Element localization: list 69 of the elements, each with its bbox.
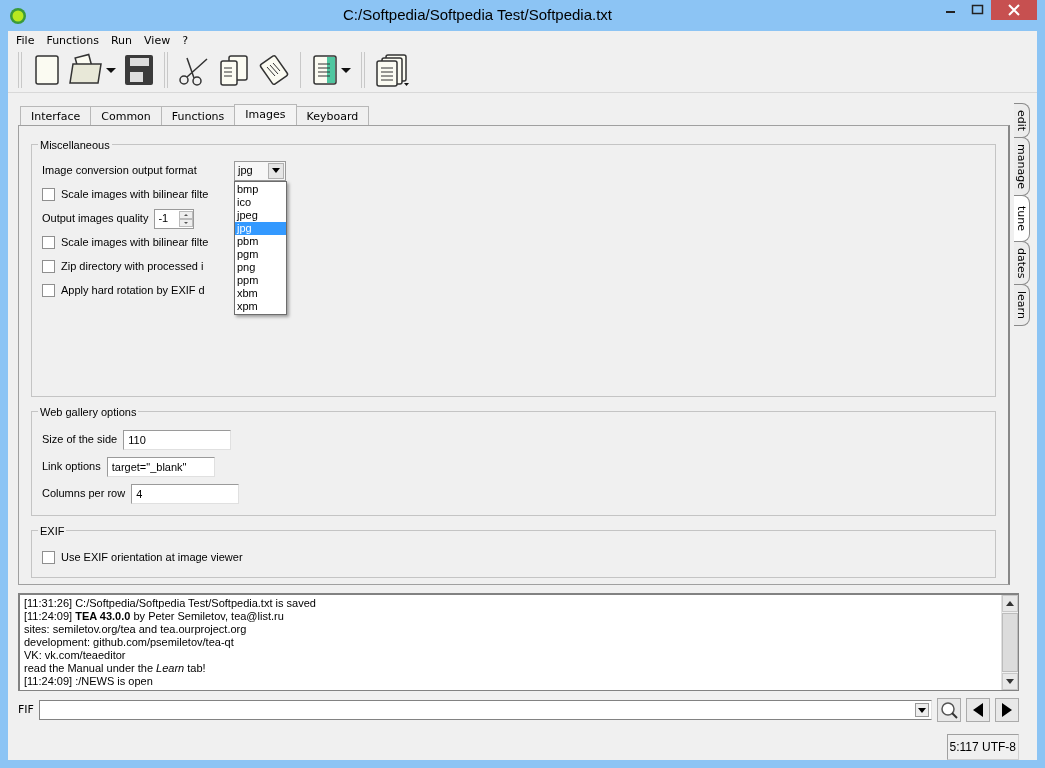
checkbox[interactable] [42,284,55,297]
checkbox[interactable] [42,188,55,201]
side-tab[interactable]: tune [1014,194,1030,242]
log-line: [11:31:26] C:/Softpedia/Softpedia Test/Softpedia.txt is saved [24,597,317,610]
quality-spinbox[interactable]: -1 [154,208,195,229]
menu-item[interactable]: Run [104,33,139,49]
documents-icon[interactable] [374,53,410,88]
dropdown-option[interactable]: pbm [235,234,286,248]
field-label: Columns per row [42,486,126,502]
log-line: [11:24:09] TEA 43.0.0 by Peter Semiletov, tea@list.ru [24,610,285,623]
side-tab[interactable]: dates [1014,240,1030,286]
side-tab[interactable]: manage [1014,136,1030,196]
close-icon[interactable] [991,0,1037,20]
text-field[interactable]: target="_blank" [106,456,215,477]
scroll-down-icon[interactable] [1006,679,1014,684]
window-title: C:/Softpedia/Softpedia Test/Softpedia.txt [341,5,614,26]
tab[interactable]: Interface [20,105,92,125]
field-label: Size of the side [42,432,118,448]
scroll-up-icon[interactable] [1006,601,1014,606]
field-label: Link options [42,459,101,475]
fif-label: FIF [18,701,34,718]
text-field[interactable]: 110 [123,429,232,450]
checkbox[interactable] [42,260,55,273]
dropdown-option[interactable]: jpeg [235,208,286,222]
dropdown-option[interactable]: ico [235,195,286,209]
menu-item[interactable]: File [10,33,41,49]
checkbox-label: Scale images with bilinear filte [61,235,209,251]
caret-icon[interactable] [918,707,926,713]
menu-item[interactable]: View [138,33,177,49]
checkbox-label: Apply hard rotation by EXIF d [61,283,205,299]
log-line: read the Manual under the Learn tab! [24,662,207,675]
dropdown-option[interactable]: xpm [235,299,286,313]
checkbox[interactable] [42,236,55,249]
field-label: Output images quality [42,211,149,227]
side-tab[interactable]: learn [1014,284,1030,326]
previous-button[interactable] [966,698,990,722]
log-line: sites: semiletov.org/tea and tea.ourproject.org [24,623,248,636]
field-label: Image conversion output format [42,163,198,179]
checkbox-label: Zip directory with processed i [61,259,204,275]
tab[interactable]: Images [234,103,297,125]
search-button[interactable] [937,698,961,722]
copy-icon[interactable] [217,53,251,88]
dropdown-option[interactable]: bmp [235,182,286,196]
checkbox[interactable] [42,550,55,564]
menu-item[interactable]: Functions [40,33,105,49]
log-line: development: github.com/psemiletov/tea-qt [24,636,235,649]
dropdown-option[interactable]: ppm [235,273,286,287]
spin-arrows-icon[interactable] [179,210,194,227]
document-icon[interactable] [310,53,340,88]
checkbox-label: Scale images with bilinear filte [61,187,209,203]
log-line: [11:24:09] :/NEWS is open [24,675,154,688]
search-icon [940,701,958,719]
dropdown-option[interactable]: pgm [235,247,286,261]
right-arrow-icon [1002,703,1012,717]
menu-item[interactable]: ? [176,33,194,49]
fif-field[interactable] [38,700,932,720]
log-line: VK: vk.com/teaeditor [24,649,127,662]
caret-icon [272,168,280,173]
next-button[interactable] [995,698,1019,722]
checkbox-label: Use EXIF orientation at image viewer [61,549,243,565]
left-arrow-icon [973,703,983,717]
text-field[interactable]: 4 [131,483,240,504]
side-tab[interactable]: edit [1014,102,1030,138]
scrollbar-thumb[interactable] [1002,613,1018,672]
tab[interactable]: Keyboard [295,105,370,125]
dropdown-option[interactable]: xbm [235,286,286,300]
dropdown-option[interactable]: png [235,260,286,274]
status-position: 5:117 UTF-8 [946,734,1019,760]
app-icon [8,5,28,26]
